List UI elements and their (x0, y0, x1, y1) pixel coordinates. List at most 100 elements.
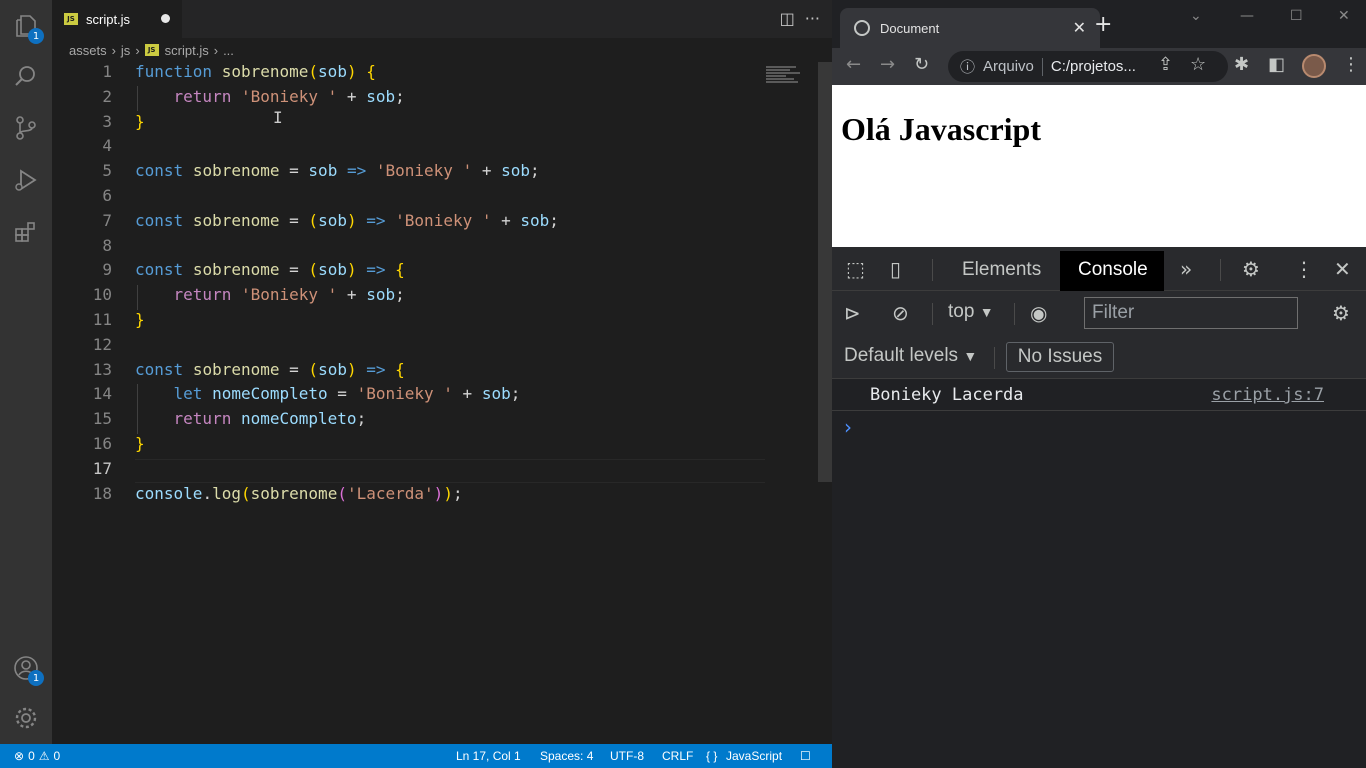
line-number: 10 (92, 285, 112, 305)
source-control-icon[interactable] (10, 112, 42, 144)
unsaved-dot-icon[interactable] (161, 14, 170, 23)
code-content[interactable]: function sobrenome(sob) { return 'Boniek… (135, 62, 775, 508)
code-line[interactable] (135, 335, 775, 360)
side-panel-icon[interactable]: ◧ (1268, 54, 1285, 75)
code-line[interactable]: const sobrenome = (sob) => { (135, 360, 775, 385)
code-token: sob (318, 62, 347, 81)
code-line[interactable]: } (135, 434, 775, 459)
browser-titlebar: Document ✕ + ⌄ — ☐ ✕ (832, 0, 1366, 48)
device-toolbar-icon[interactable]: ▯ (890, 257, 901, 281)
settings-gear-icon[interactable]: ⚙ (1242, 257, 1260, 281)
filter-input[interactable]: Filter (1084, 297, 1298, 329)
code-line[interactable]: } (135, 310, 775, 335)
line-number: 4 (102, 136, 112, 156)
tab-search-icon[interactable]: ⌄ (1190, 8, 1202, 24)
code-token: const (135, 260, 184, 280)
accounts-icon[interactable]: 1 (10, 652, 44, 686)
reload-icon[interactable]: ↻ (914, 54, 929, 75)
end-of-line[interactable]: CRLF (662, 749, 693, 763)
explorer-icon[interactable]: 1 (10, 10, 44, 44)
minimize-icon[interactable]: — (1240, 8, 1254, 24)
more-actions-icon[interactable]: ··· (805, 9, 820, 28)
code-token: 'Bonieky ' (240, 285, 338, 305)
editor-scrollbar[interactable] (818, 62, 832, 482)
bookmark-star-icon[interactable]: ☆ (1190, 54, 1206, 75)
close-window-icon[interactable]: ✕ (1338, 8, 1350, 24)
code-token: + (472, 161, 502, 181)
split-editor-icon[interactable]: ◫ (780, 9, 795, 28)
code-line[interactable]: return 'Bonieky ' + sob; (135, 285, 775, 310)
code-token: nomeCompleto (240, 409, 357, 429)
browser-tab[interactable]: Document ✕ (840, 8, 1100, 48)
code-line[interactable] (135, 186, 775, 211)
code-line[interactable] (135, 236, 775, 261)
code-line[interactable]: return 'Bonieky ' + sob; (135, 87, 775, 112)
breadcrumb-item-js[interactable]: js (121, 43, 130, 58)
indentation[interactable]: Spaces: 4 (540, 749, 593, 763)
code-line[interactable]: function sobrenome(sob) { (135, 62, 775, 87)
code-token: ) (346, 260, 357, 280)
feedback-icon[interactable]: ☐ (800, 749, 811, 763)
code-line[interactable] (135, 136, 775, 161)
page-heading: Olá Javascript (841, 111, 1041, 147)
issues-button[interactable]: No Issues (1006, 342, 1114, 372)
context-selector[interactable]: top ▼ (948, 301, 994, 323)
manage-gear-icon[interactable] (10, 702, 42, 734)
search-icon[interactable] (10, 60, 42, 92)
divider (994, 347, 995, 369)
code-line[interactable]: } (135, 112, 775, 137)
error-icon: ⊗ (14, 749, 25, 763)
code-line[interactable]: const sobrenome = (sob) => { (135, 260, 775, 285)
code-line[interactable]: const sobrenome = (sob) => 'Bonieky ' + … (135, 211, 775, 236)
page-viewport: Olá Javascript (832, 85, 1366, 247)
live-expression-eye-icon[interactable]: ◉ (1030, 301, 1047, 325)
extensions-puzzle-icon[interactable]: ✱ (1234, 54, 1249, 75)
line-number: 11 (92, 309, 112, 329)
more-tabs-icon[interactable]: » (1180, 257, 1192, 281)
code-line[interactable] (135, 459, 775, 484)
address-bar[interactable]: ⓘ Arquivo C:/projetos... (948, 51, 1228, 82)
tab-script-js[interactable]: JS script.js (52, 0, 182, 38)
forward-icon[interactable]: → (880, 54, 895, 75)
breadcrumb-item-file[interactable]: script.js (165, 43, 209, 58)
tab-console[interactable]: Console (1060, 251, 1164, 291)
profile-avatar[interactable] (1302, 54, 1326, 78)
console-settings-gear-icon[interactable]: ⚙ (1332, 301, 1350, 325)
close-tab-icon[interactable]: ✕ (1073, 18, 1086, 37)
code-line[interactable]: const sobrenome = sob => 'Bonieky ' + so… (135, 161, 775, 186)
code-token: = (279, 359, 309, 379)
encoding[interactable]: UTF-8 (610, 749, 644, 763)
show-sidebar-icon[interactable]: ⊳ (844, 301, 861, 325)
code-line[interactable]: return nomeCompleto; (135, 409, 775, 434)
clear-console-icon[interactable]: ⊘ (892, 301, 909, 325)
devtools-menu-icon[interactable]: ⋮ (1294, 257, 1314, 281)
close-devtools-icon[interactable]: ✕ (1334, 257, 1351, 281)
back-icon[interactable]: ← (846, 54, 861, 75)
cursor-position[interactable]: Ln 17, Col 1 (456, 749, 521, 763)
new-tab-icon[interactable]: + (1094, 12, 1112, 37)
share-icon[interactable]: ⇪ (1158, 54, 1173, 75)
log-source-link[interactable]: script.js:7 (1211, 385, 1324, 405)
tab-elements[interactable]: Elements (962, 259, 1041, 281)
problems-indicator[interactable]: ⊗ 0 ⚠ 0 (14, 749, 60, 763)
code-line[interactable]: console.log(sobrenome('Lacerda')); (135, 484, 775, 509)
log-levels-dropdown[interactable]: Default levels ▼ (844, 345, 977, 367)
code-line[interactable]: let nomeCompleto = 'Bonieky ' + sob; (135, 384, 775, 409)
code-token: const (135, 161, 184, 181)
minimap[interactable] (766, 66, 802, 90)
maximize-icon[interactable]: ☐ (1290, 8, 1303, 24)
run-debug-icon[interactable] (10, 164, 42, 196)
info-icon[interactable]: ⓘ (960, 56, 975, 77)
extensions-icon[interactable] (10, 216, 42, 248)
inspect-element-icon[interactable]: ⬚ (846, 257, 865, 281)
language-mode[interactable]: JavaScript (726, 749, 782, 763)
code-editor[interactable]: 1 2 3 4 5 6 7 8 9 10 11 12 13 14 15 16 17 18 function sob… (52, 62, 832, 744)
breadcrumb-item-symbols[interactable]: ... (223, 43, 234, 58)
breadcrumb-item-assets[interactable]: assets (69, 43, 107, 58)
menu-kebab-icon[interactable]: ⋮ (1342, 54, 1360, 75)
console-prompt-icon[interactable]: › (844, 415, 852, 439)
code-token: sobrenome (192, 359, 280, 379)
